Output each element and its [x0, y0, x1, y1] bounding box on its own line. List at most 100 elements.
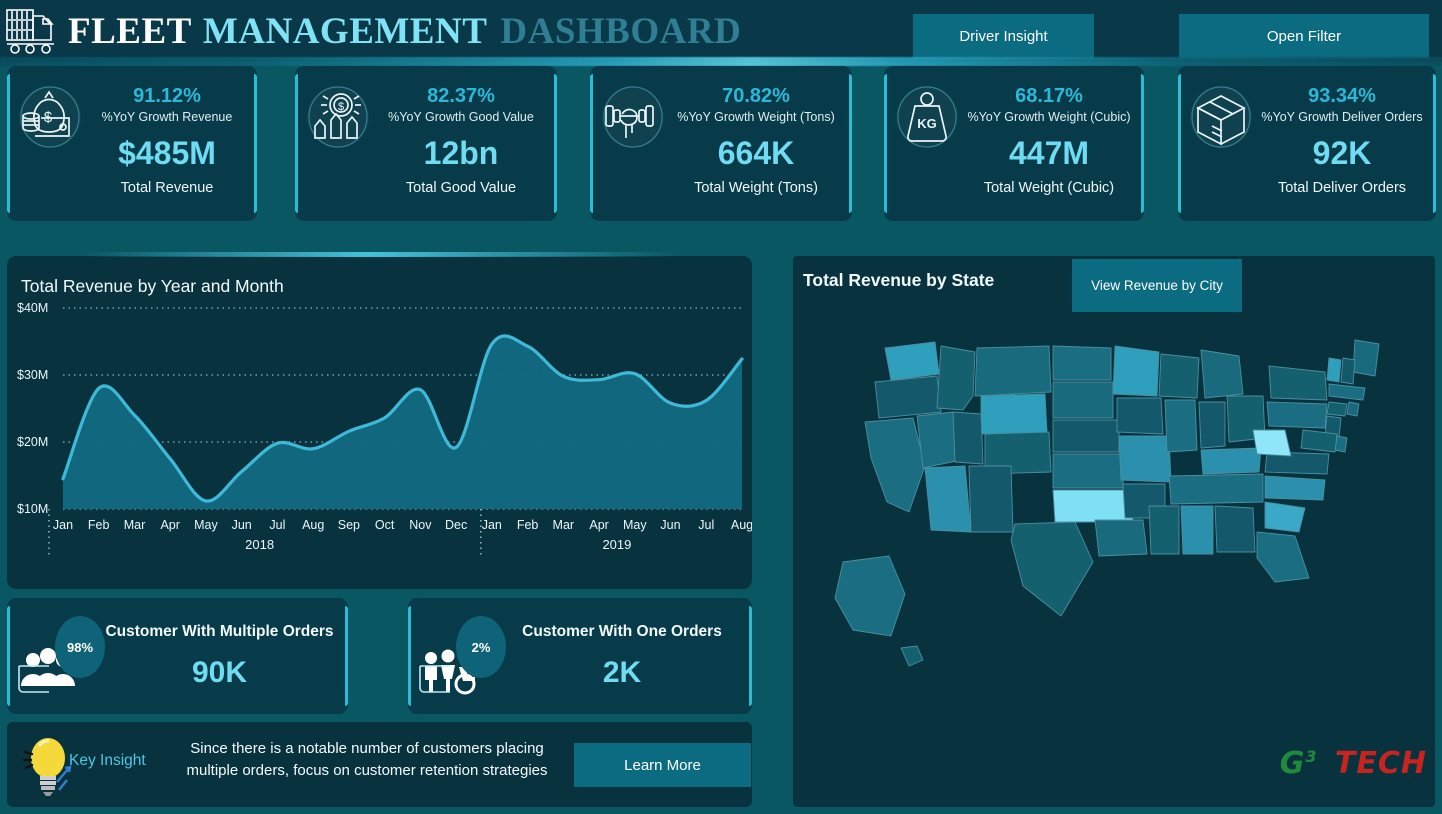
map-state-ne[interactable] [1052, 419, 1120, 453]
title-dashboard: DASHBOARD [500, 10, 742, 52]
kpi-card-total-weight-cubic: KG 68.17% %YoY Growth Weight (Cubic) 447M To… [884, 66, 1144, 221]
card-edge-left [1178, 74, 1181, 213]
y-axis-tick: $20M [17, 435, 48, 449]
revenue-map-panel: Total Revenue by State View Revenue by C… [793, 256, 1435, 807]
x-axis-tick: Feb [88, 518, 110, 532]
kpi-value: 12bn [423, 135, 499, 172]
map-state-pa[interactable] [1266, 401, 1328, 429]
kpi-text-block: 68.17% %YoY Growth Weight (Cubic) 447M Tota… [962, 84, 1136, 196]
card-edge-right [254, 74, 257, 213]
x-axis-tick: Mar [553, 518, 575, 532]
map-state-wy[interactable] [980, 393, 1048, 435]
map-state-wv[interactable] [1252, 429, 1292, 457]
map-state-md[interactable] [1300, 429, 1338, 453]
customer-one-order-card: 2% Customer With One Orders 2K [408, 598, 752, 714]
kpi-label: Total Revenue [120, 180, 214, 197]
map-state-nd[interactable] [1052, 345, 1112, 381]
map-state-mo[interactable] [1118, 435, 1172, 483]
map-state-il[interactable] [1164, 399, 1198, 453]
map-state-ak[interactable] [834, 555, 906, 637]
x-axis-tick: May [194, 518, 218, 532]
kpi-growth-label: %YoY Growth Good Value [388, 110, 534, 124]
map-state-wa[interactable] [884, 341, 940, 381]
kpi-card-row: $91.12% %YoY Growth Revenue $485M Total Rev… [0, 66, 1442, 225]
map-state-ny[interactable] [1268, 365, 1328, 401]
y-axis-tick: $30M [17, 368, 48, 382]
customer-multiple-orders-card: 98% Customer With Multiple Orders 90K [7, 598, 348, 714]
kpi-value: 92K [1312, 135, 1372, 172]
dumbbell-icon [602, 86, 664, 148]
map-state-sd[interactable] [1052, 381, 1114, 419]
map-state-al[interactable] [1180, 505, 1214, 555]
card-edge-right [1141, 74, 1144, 213]
x-axis-year-label: 2018 [245, 537, 274, 552]
view-revenue-by-city-button[interactable]: View Revenue by City [1072, 259, 1242, 312]
map-state-ct[interactable] [1326, 401, 1348, 417]
map-state-ma[interactable] [1328, 383, 1366, 401]
map-state-ok[interactable] [1052, 489, 1134, 523]
map-state-vt[interactable] [1326, 357, 1342, 383]
kpi-card-total-weight-tons: 70.82% %YoY Growth Weight (Tons) 664K Total… [590, 66, 852, 221]
growth-coin-icon: $ [307, 86, 369, 148]
map-state-ga[interactable] [1214, 505, 1256, 553]
map-state-nc[interactable] [1264, 475, 1326, 501]
map-state-fl[interactable] [1256, 531, 1310, 583]
map-state-mt[interactable] [974, 345, 1052, 397]
x-axis-tick: Sep [338, 518, 360, 532]
kpi-value: 447M [1008, 135, 1090, 172]
x-axis-tick: May [623, 518, 647, 532]
kpi-growth-label: %YoY Growth Revenue [101, 110, 233, 124]
map-state-sc[interactable] [1264, 501, 1306, 533]
fleet-truck-logo-icon [6, 9, 54, 54]
card-edge-left [295, 74, 298, 213]
revenue-chart-panel: Total Revenue by Year and Month $40M $30M… [7, 252, 752, 589]
us-choropleth-map[interactable] [813, 326, 1423, 746]
map-state-tx[interactable] [1010, 521, 1094, 617]
card-edge-left [7, 606, 10, 706]
map-state-ky[interactable] [1200, 447, 1262, 475]
map-state-ks[interactable] [1052, 453, 1124, 489]
card-edge-right [345, 606, 348, 706]
card-edge-right [554, 74, 557, 213]
map-state-in[interactable] [1198, 401, 1226, 449]
multiple-orders-title: Customer With Multiple Orders [105, 623, 334, 640]
x-axis-tick: Jun [660, 518, 680, 532]
map-state-ri[interactable] [1346, 401, 1360, 417]
map-state-mi[interactable] [1200, 349, 1244, 399]
map-state-nh[interactable] [1340, 357, 1356, 385]
map-state-ia[interactable] [1116, 397, 1164, 435]
map-state-nm[interactable] [968, 465, 1014, 533]
kpi-growth-percent: 82.37% [427, 85, 495, 107]
kpi-card-total-revenue: $91.12% %YoY Growth Revenue $485M Total Rev… [7, 66, 257, 221]
map-state-ut[interactable] [952, 411, 984, 465]
map-state-mn[interactable] [1112, 345, 1160, 397]
kpi-growth-percent: 93.34% [1308, 85, 1376, 107]
map-state-tn[interactable] [1168, 473, 1264, 505]
map-state-me[interactable] [1352, 339, 1380, 377]
map-state-id[interactable] [936, 345, 976, 411]
x-axis-tick: Jan [53, 518, 73, 532]
kpi-label: Total Weight (Cubic) [983, 180, 1115, 197]
map-state-ca[interactable] [864, 417, 926, 513]
kpi-value: 664K [717, 135, 795, 172]
key-insight-text: Since there is a notable number of custo… [186, 740, 548, 779]
map-state-az[interactable] [924, 465, 972, 533]
one-order-value: 2K [602, 656, 642, 689]
key-insight-label: Key Insight [69, 752, 146, 769]
open-filter-button[interactable]: Open Filter [1179, 14, 1429, 59]
x-axis-tick: Aug [302, 518, 324, 532]
map-state-or[interactable] [874, 375, 942, 419]
x-axis-tick: Feb [517, 518, 539, 532]
map-state-hi[interactable] [900, 645, 924, 667]
x-axis-tick: Apr [160, 518, 179, 532]
learn-more-button[interactable]: Learn More [574, 743, 751, 787]
driver-insight-button[interactable]: Driver Insight [913, 14, 1094, 59]
map-state-ms[interactable] [1148, 505, 1180, 555]
kpi-label: Total Good Value [405, 180, 517, 197]
map-state-wi[interactable] [1158, 353, 1200, 399]
revenue-area-chart[interactable]: $40M $30M $20M $10M Jan Feb Mar Apr May Jun Jul Aug… [7, 256, 752, 589]
map-state-la[interactable] [1094, 519, 1148, 557]
kpi-growth-percent: 68.17% [1015, 85, 1083, 107]
money-bag-icon: $ [19, 86, 81, 148]
kpi-label: Total Weight (Tons) [694, 180, 818, 197]
